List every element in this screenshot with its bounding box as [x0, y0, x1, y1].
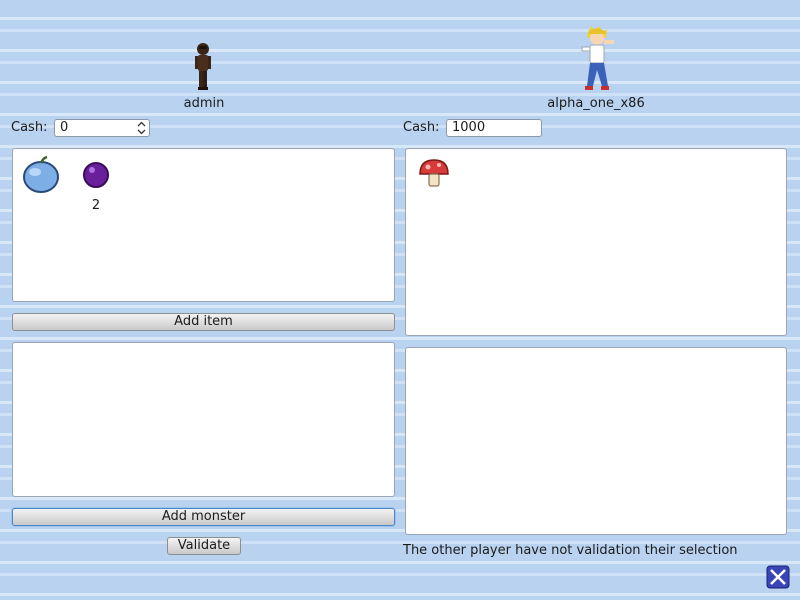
add-item-button[interactable]: Add item — [12, 313, 395, 331]
right-cash-label: Cash: — [403, 120, 440, 135]
right-cash-value: 1000 — [452, 120, 486, 135]
left-cash-value: 0 — [60, 120, 69, 135]
left-items-panel: 2 — [12, 148, 395, 302]
right-player-avatar — [578, 26, 618, 92]
blue-apple-icon[interactable] — [21, 155, 61, 195]
right-player-name: alpha_one_x86 — [547, 96, 645, 111]
validate-button[interactable]: Validate — [167, 537, 241, 555]
right-cash-field: 1000 — [446, 119, 542, 137]
right-items-panel — [405, 148, 787, 336]
right-monsters-panel — [405, 347, 787, 535]
left-cash-spinbox[interactable]: 0 — [54, 119, 150, 137]
left-player-avatar — [190, 42, 216, 92]
validation-status-text: The other player have not validation the… — [403, 543, 738, 558]
left-player-name: admin — [183, 96, 225, 111]
purple-orb-icon[interactable] — [82, 159, 110, 189]
left-monsters-panel — [12, 342, 395, 497]
spinner-arrows-icon[interactable] — [137, 121, 146, 135]
left-cash-label: Cash: — [11, 120, 48, 135]
close-icon[interactable] — [766, 565, 790, 589]
red-mushroom-icon — [417, 158, 451, 190]
add-monster-button[interactable]: Add monster — [12, 508, 395, 526]
item-count: 2 — [91, 198, 101, 213]
